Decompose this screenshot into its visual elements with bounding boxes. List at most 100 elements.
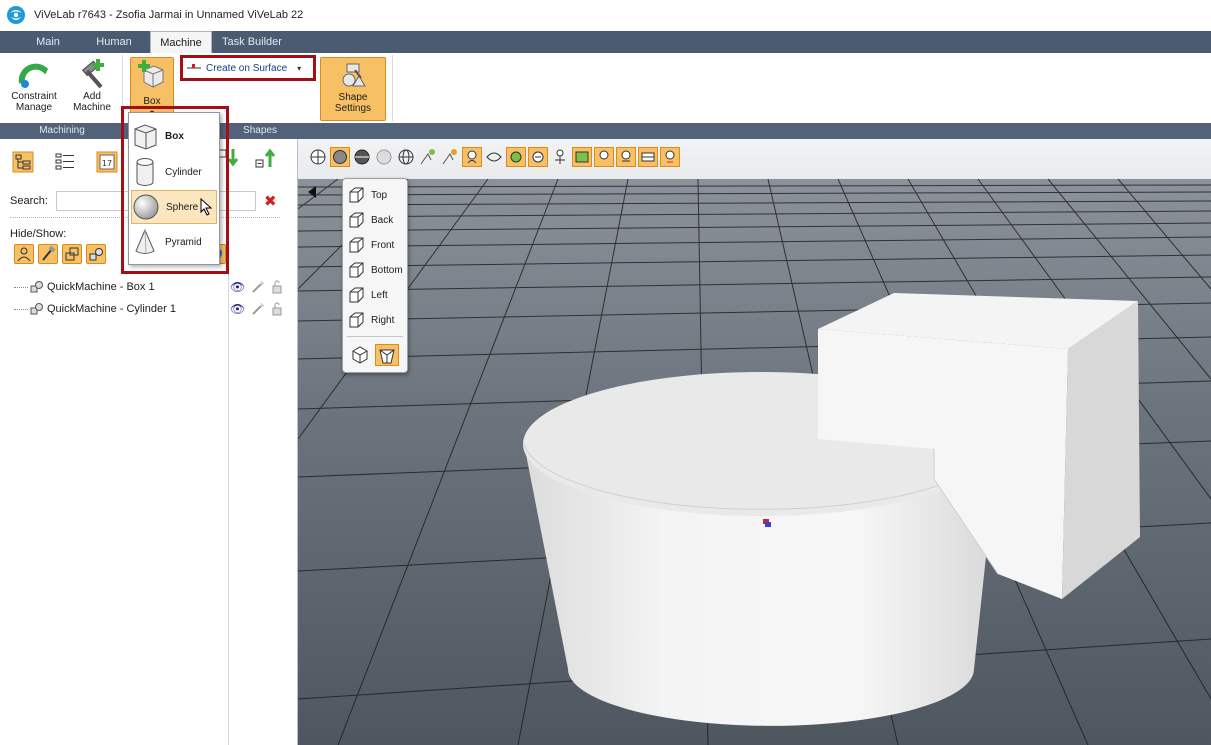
view-top-button[interactable]: Top [347, 183, 407, 207]
shape-settings-icon [342, 63, 366, 87]
menu-item-sphere[interactable]: Sphere [131, 190, 217, 224]
pose-tool-icon[interactable] [418, 147, 438, 167]
viewport-toolbar [298, 143, 680, 171]
cube-view-icon [349, 212, 364, 228]
app-window: ViVeLab r7643 - Zsofia Jarmai in Unnamed… [0, 0, 1211, 745]
mouse-cursor-icon [200, 198, 213, 216]
shape-toggle-icon[interactable] [62, 244, 82, 264]
menu-item-label: Pyramid [165, 236, 202, 248]
tab-machine[interactable]: Machine [150, 31, 212, 53]
create-on-surface-dropdown[interactable]: Create on Surface ▾ [186, 59, 310, 77]
ribbon-separator [122, 55, 123, 121]
orthographic-view-icon[interactable] [375, 344, 399, 366]
tree-connector [14, 286, 28, 288]
collapse-icon[interactable] [218, 147, 240, 169]
tool-toggle-icon[interactable] [38, 244, 58, 264]
constraint-manage-label: Constraint Manage [11, 91, 57, 113]
lock-icon[interactable] [271, 280, 283, 294]
machine-toggle-icon[interactable] [86, 244, 106, 264]
view-orientation-popup: Top Back Front Bottom Left Right [342, 178, 408, 373]
menu-item-pyramid[interactable]: Pyramid [131, 225, 217, 259]
window-title: ViVeLab r7643 - Zsofia Jarmai in Unnamed… [34, 9, 304, 21]
clear-search-icon[interactable]: ✖ [264, 192, 277, 210]
quick-machine-icon [30, 281, 43, 293]
search-label: Search: [10, 195, 48, 207]
cube-view-icon [349, 262, 364, 278]
lift-analysis-icon[interactable] [616, 147, 636, 167]
box-icon [134, 124, 157, 150]
panel-column-divider [228, 271, 229, 745]
view-analysis-icon[interactable] [462, 147, 482, 167]
box-button-label: Box [143, 96, 161, 107]
add-machine-icon [82, 59, 104, 89]
view-right-button[interactable]: Right [347, 308, 407, 332]
crosshair-view-icon[interactable] [308, 147, 328, 167]
tree-row-actions: 👁 [230, 298, 283, 320]
list-view-icon[interactable] [54, 151, 76, 173]
menu-item-label: Cylinder [165, 166, 202, 178]
tree-item-cylinder[interactable]: QuickMachine - Cylinder 1 [14, 298, 176, 320]
tree-view-icon[interactable] [12, 151, 34, 173]
posture-analysis-icon[interactable] [594, 147, 614, 167]
constraint-manage-button[interactable]: Constraint Manage [8, 57, 60, 113]
cube-view-icon [349, 187, 364, 203]
human-toggle-icon[interactable] [14, 244, 34, 264]
lock-icon[interactable] [271, 302, 283, 316]
tab-human[interactable]: Human [84, 31, 144, 53]
sphere-icon [133, 194, 159, 220]
tree-item-box[interactable]: QuickMachine - Box 1 [14, 276, 155, 298]
shape-type-menu: Box Cylinder Sphere Pyramid [128, 112, 220, 265]
view-left-button[interactable]: Left [347, 283, 407, 307]
view-front-button[interactable]: Front [347, 233, 407, 257]
comfort-analysis-icon[interactable] [506, 147, 526, 167]
group-label-shapes: Shapes [243, 125, 277, 136]
view-item-label: Right [371, 314, 395, 326]
calendar-icon[interactable]: 17 [96, 151, 118, 173]
wireframe-shading-icon[interactable] [396, 147, 416, 167]
fp-analysis-icon[interactable] [572, 147, 592, 167]
3d-viewport[interactable] [298, 139, 1211, 745]
tree-connector [14, 308, 28, 310]
reach-tool-icon[interactable] [440, 147, 460, 167]
add-machine-label: Add Machine [73, 91, 111, 113]
add-machine-button[interactable]: Add Machine [68, 57, 116, 113]
menu-item-cylinder[interactable]: Cylinder [131, 155, 217, 189]
pyramid-icon [135, 228, 155, 255]
menu-item-label: Box [165, 130, 184, 142]
tab-main[interactable]: Main [18, 31, 78, 53]
cube-view-icon [349, 312, 364, 328]
flat-shading-icon[interactable] [374, 147, 394, 167]
balance-icon[interactable] [550, 147, 570, 167]
expand-icon[interactable] [254, 147, 276, 169]
group-label-machining: Machining [39, 125, 85, 136]
highlight-wand-icon[interactable] [251, 280, 265, 294]
menu-item-box[interactable]: Box [131, 119, 217, 153]
collapse-panel-arrow-icon[interactable] [306, 185, 318, 199]
table-analysis-icon[interactable] [638, 147, 658, 167]
report-analysis-icon[interactable] [660, 147, 680, 167]
cube-view-icon [349, 287, 364, 303]
strength-analysis-icon[interactable] [528, 147, 548, 167]
shape-settings-button[interactable]: Shape Settings [320, 57, 386, 121]
menu-item-label: Sphere [166, 201, 199, 213]
visibility-eye-icon[interactable]: 👁 [230, 280, 245, 294]
wire-shading-icon[interactable] [352, 147, 372, 167]
hide-show-label: Hide/Show: [10, 228, 67, 240]
view-item-label: Back [371, 214, 394, 226]
scene-canvas[interactable] [298, 139, 1211, 745]
tree-row-actions: 👁 [230, 276, 283, 298]
view-item-label: Front [371, 239, 395, 251]
surface-line-icon [187, 64, 201, 69]
view-item-label: Top [371, 189, 388, 201]
tab-task-builder[interactable]: Task Builder [216, 31, 288, 53]
title-bar: ViVeLab r7643 - Zsofia Jarmai in Unnamed… [0, 0, 1211, 30]
visibility-eye-icon[interactable]: 👁 [230, 302, 245, 316]
perspective-view-icon[interactable] [349, 344, 371, 366]
view-bottom-button[interactable]: Bottom [347, 258, 407, 282]
tree-item-label: QuickMachine - Box 1 [47, 281, 155, 293]
view-back-button[interactable]: Back [347, 208, 407, 232]
highlight-wand-icon[interactable] [251, 302, 265, 316]
create-on-surface-label: Create on Surface [206, 62, 288, 74]
solid-shading-icon[interactable] [330, 147, 350, 167]
field-of-view-icon[interactable] [484, 147, 504, 167]
